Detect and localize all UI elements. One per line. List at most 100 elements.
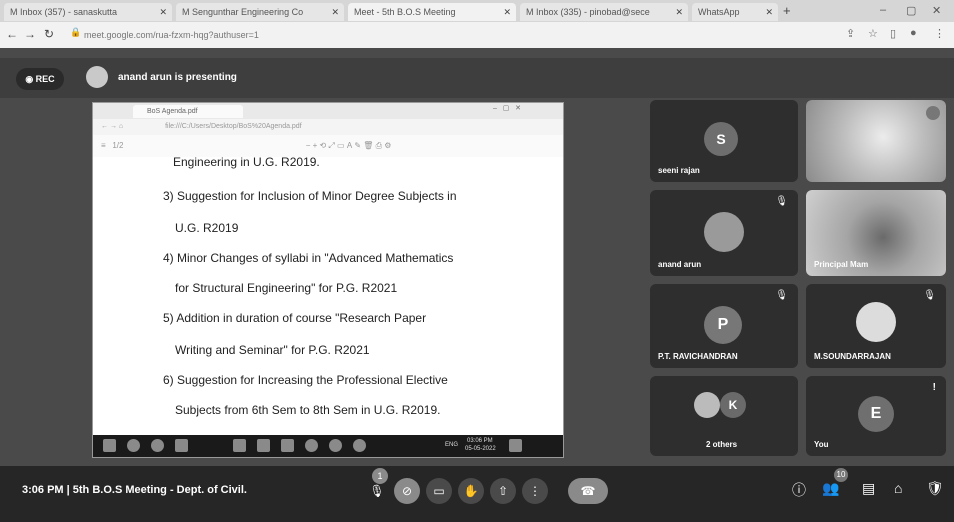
mic-off-icon: 🎙 <box>923 290 936 301</box>
browser-tab[interactable]: M Inbox (335) - pinobad@sece ✕ <box>520 3 688 21</box>
new-tab-icon[interactable]: + <box>783 3 791 18</box>
present-button[interactable]: ⇧ <box>490 478 516 504</box>
participant-tile[interactable]: Principal Mam <box>806 190 946 276</box>
doc-line: 4) Minor Changes of syllabi in "Advanced… <box>163 251 454 265</box>
taskbar-app-icon <box>305 439 318 452</box>
more-options-button[interactable]: ⋮ <box>522 478 548 504</box>
activities-icon[interactable]: ⌂ <box>894 480 902 496</box>
shared-tab: BoS Agenda.pdf <box>133 105 243 118</box>
captions-button[interactable]: ▭ <box>426 478 452 504</box>
share-icon[interactable]: ⇪ <box>846 27 855 40</box>
shared-nav-icons: ← → ⌂ <box>101 123 124 130</box>
taskbar-lang: ENG <box>445 442 459 448</box>
cortana-icon <box>151 439 164 452</box>
reload-icon[interactable]: ↻ <box>44 27 54 41</box>
participant-tile[interactable]: S seeni rajan <box>650 100 798 182</box>
mic-toggle-button[interactable]: 🎙 <box>364 478 390 504</box>
host-controls-icon[interactable]: 🛡 <box>926 480 944 497</box>
camera-off-icon: ⊘ <box>401 484 413 498</box>
close-tab-icon[interactable]: ✕ <box>159 3 167 21</box>
people-count-badge: 10 <box>834 468 848 482</box>
participant-name: P.T. RAVICHANDRAN <box>658 352 738 361</box>
shared-url: file:///C:/Users/Desktop/BoS%20Agenda.pd… <box>165 123 302 130</box>
participant-tile[interactable]: K 2 others <box>650 376 798 456</box>
browser-tab[interactable]: M Inbox (357) - sanaskutta ✕ <box>4 3 172 21</box>
recording-badge: ◉ REC <box>16 68 64 90</box>
search-icon <box>127 439 140 452</box>
minimize-icon[interactable]: – <box>880 4 886 16</box>
mic-off-icon: 🎙 <box>775 196 788 207</box>
task-view-icon <box>175 439 188 452</box>
meeting-info: 3:06 PM | 5th B.O.S Meeting - Dept. of C… <box>22 484 247 496</box>
windows-start-icon <box>103 439 116 452</box>
doc-line: Writing and Seminar" for P.G. R2021 <box>175 343 370 357</box>
browser-tab-active[interactable]: Meet - 5th B.O.S Meeting ✕ <box>348 3 516 21</box>
notification-icon <box>509 439 522 452</box>
tab-title: M Inbox (335) - pinobad@sece <box>526 7 650 17</box>
participant-avatar <box>694 392 720 418</box>
browser-tab[interactable]: M Sengunthar Engineering Co ✕ <box>176 3 344 21</box>
participant-tile[interactable]: 🎙 M.SOUNDARRAJAN <box>806 284 946 368</box>
tab-title: WhatsApp <box>698 7 740 17</box>
participant-name: M.SOUNDARRAJAN <box>814 352 891 361</box>
browser-tab[interactable]: WhatsApp ✕ <box>692 3 778 21</box>
participant-avatar: E <box>858 396 894 432</box>
more-options-icon: ⋮ <box>529 484 541 498</box>
mic-icon: 🎙 <box>369 484 385 498</box>
close-tab-icon[interactable]: ✕ <box>331 3 339 21</box>
browser-tab-bar: M Inbox (357) - sanaskutta ✕ M Sengunthar… <box>0 0 954 22</box>
bookmark-star-icon[interactable]: ☆ <box>868 27 878 40</box>
doc-line: 5) Addition in duration of course "Resea… <box>163 311 427 325</box>
speaking-indicator-icon <box>926 106 940 120</box>
meeting-title: 5th B.O.S Meeting - Dept. of Civil. <box>72 484 247 496</box>
sidebar-icon[interactable]: ▯ <box>890 27 896 40</box>
end-call-icon: ☎ <box>580 484 596 498</box>
doc-line: for Structural Engineering" for P.G. R20… <box>175 281 398 295</box>
participant-name: 2 others <box>706 440 738 449</box>
participant-video <box>806 100 946 182</box>
pdf-toolbar-icons: ≡ 1/2 <box>101 141 124 150</box>
tab-title: M Sengunthar Engineering Co <box>182 7 304 17</box>
maximize-icon[interactable]: ▢ <box>906 4 916 17</box>
menu-icon[interactable]: ⋮ <box>934 27 945 40</box>
participant-avatar: K <box>720 392 746 418</box>
pdf-toolbar: ≡ 1/2 − + ⟲ ⤢ ▭ A ✎ 🗑 ⎙ ⚙ <box>93 135 563 157</box>
participant-name: seeni rajan <box>658 166 700 175</box>
end-call-button[interactable]: ☎ <box>568 478 608 504</box>
participant-tile[interactable]: P 🎙 P.T. RAVICHANDRAN <box>650 284 798 368</box>
chat-icon[interactable]: ▤ <box>862 480 875 497</box>
rec-label: REC <box>35 74 55 84</box>
close-tab-icon[interactable]: ✕ <box>765 3 773 21</box>
raise-hand-button[interactable]: ✋ <box>458 478 484 504</box>
people-icon[interactable]: 👥 <box>822 480 839 497</box>
alert-icon: ! <box>932 382 936 393</box>
info-icon[interactable]: ⓘ <box>792 480 806 500</box>
taskbar-app-icon <box>281 439 294 452</box>
participant-avatar: P <box>704 306 742 344</box>
participant-avatar: S <box>704 122 738 156</box>
profile-icon[interactable]: ● <box>910 27 917 39</box>
pdf-document: Engineering in U.G. R2019. 3) Suggestion… <box>93 157 563 437</box>
present-icon: ⇧ <box>497 484 509 498</box>
back-icon[interactable]: ← <box>6 27 18 41</box>
participant-tile-self[interactable]: E ! You <box>806 376 946 456</box>
taskbar-date: 05-05-2022 <box>465 446 496 452</box>
doc-line: Subjects from 6th Sem to 8th Sem in U.G.… <box>175 403 441 417</box>
url-field[interactable]: meet.google.com/rua-fzxm-hqg?authuser=1 <box>84 27 724 43</box>
participant-avatar <box>704 212 744 252</box>
shared-window-controls: – ▢ ✕ <box>493 105 522 112</box>
close-tab-icon[interactable]: ✕ <box>675 3 683 21</box>
shared-address-bar: ← → ⌂ file:///C:/Users/Desktop/BoS%20Age… <box>93 119 563 135</box>
doc-line: U.G. R2019 <box>175 221 239 235</box>
participant-tile[interactable] <box>806 100 946 182</box>
presenter-avatar <box>86 66 108 88</box>
close-tab-icon[interactable]: ✕ <box>503 3 511 21</box>
presenter-text: anand arun is presenting <box>118 72 237 83</box>
raise-hand-icon: ✋ <box>463 484 479 498</box>
record-icon: ◉ <box>25 74 36 84</box>
forward-icon[interactable]: → <box>24 27 36 41</box>
close-window-icon[interactable]: ✕ <box>932 4 941 17</box>
camera-toggle-button[interactable]: ⊘ <box>394 478 420 504</box>
participant-tile[interactable]: 🎙 anand arun <box>650 190 798 276</box>
shared-taskbar: ENG 03:06 PM 05-05-2022 <box>93 435 563 457</box>
